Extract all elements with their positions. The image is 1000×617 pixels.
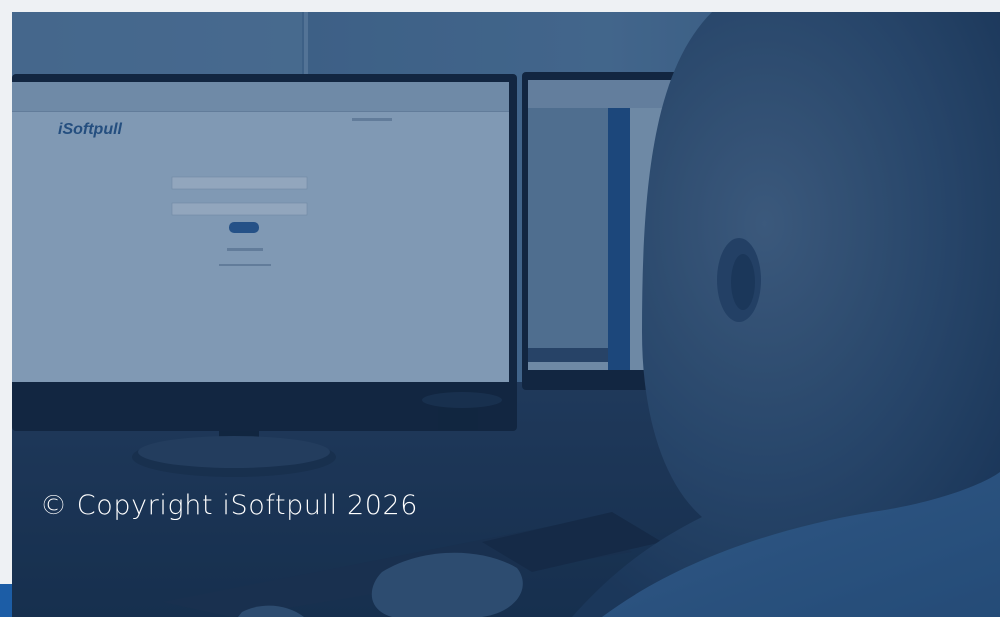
blue-tint-overlay (12, 12, 1000, 617)
copyright-text: © Copyright iSoftpull 2026 (40, 490, 419, 521)
hero-background: iSoftpull © Copyright iSoftpull 2026 (12, 12, 1000, 617)
corner-accent (0, 584, 12, 617)
